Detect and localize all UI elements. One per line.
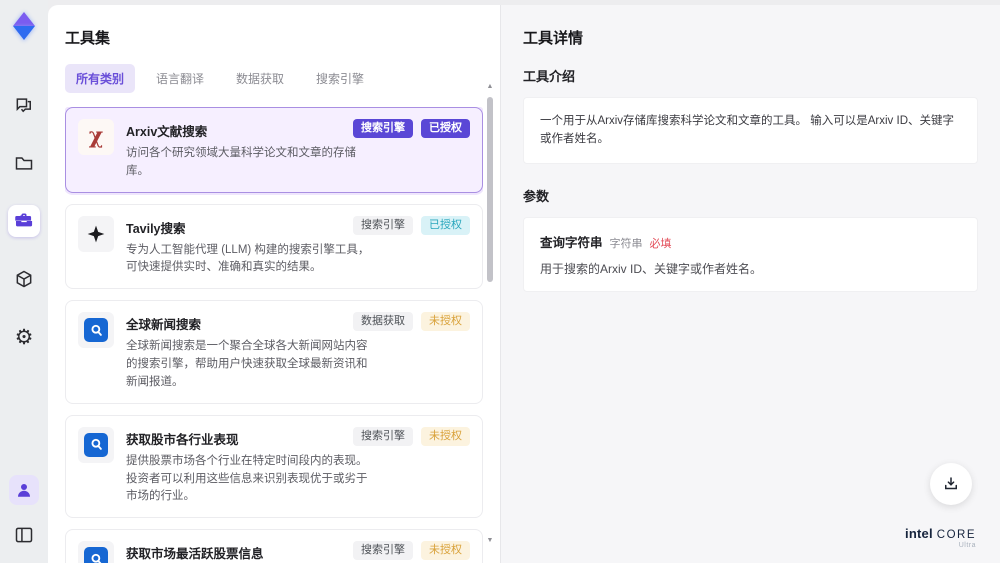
tool-title: 获取市场最活跃股票信息 [126, 547, 264, 562]
chat-icon[interactable] [8, 89, 40, 121]
tool-card-tavily[interactable]: Tavily搜索 搜索引擎 已授权 专为人工智能代理 (LLM) 构建的搜索引擎… [65, 203, 483, 290]
param-required-flag: 必填 [649, 237, 672, 250]
tab-all-categories[interactable]: 所有类别 [65, 64, 136, 93]
intro-text: 一个用于从Arxiv存储库搜索科学论文和文章的工具。 输入可以是Arxiv ID… [540, 115, 954, 146]
param-box: 查询字符串 字符串 必填 用于搜索的Arxiv ID、关键字或作者姓名。 [523, 216, 978, 292]
app-logo-icon [9, 10, 39, 44]
tool-card-global-news[interactable]: 全球新闻搜索 数据获取 未授权 全球新闻搜索是一个聚合全球各大新闻网站内容的搜索… [65, 300, 483, 404]
app-window: ⚙ 工具集 所有类别 语言翻译 数据获取 搜索引擎 χ Arxiv文献搜索 搜索… [0, 0, 1000, 563]
tool-card-sector-performance[interactable]: 获取股市各行业表现 搜索引擎 未授权 提供股票市场各个行业在特定时间段内的表现。… [65, 414, 483, 519]
intel-core-logo: intel CORE Ultra [905, 526, 976, 549]
tool-card-most-active-stocks[interactable]: 获取市场最活跃股票信息 搜索引擎 未授权 提供当天交易量最高的股票列表，投资者可… [65, 529, 483, 563]
tool-card-arxiv[interactable]: χ Arxiv文献搜索 搜索引擎 已授权 访问各个研究领域大量科学论文和文章的存… [65, 107, 483, 193]
sidebar-rail: ⚙ [0, 0, 48, 563]
tool-title: Tavily搜索 [126, 221, 186, 236]
intel-wordmark: intel [905, 526, 933, 541]
tab-data-acquisition[interactable]: 数据获取 [225, 64, 295, 93]
download-button[interactable] [930, 463, 972, 505]
param-description: 用于搜索的Arxiv ID、关键字或作者姓名。 [540, 261, 763, 276]
tab-language-translation[interactable]: 语言翻译 [145, 64, 215, 93]
arxiv-logo-icon: χ [78, 119, 114, 155]
cube-icon[interactable] [8, 263, 40, 295]
tool-list-panel: 工具集 所有类别 语言翻译 数据获取 搜索引擎 χ Arxiv文献搜索 搜索引擎… [48, 5, 500, 563]
user-avatar-icon[interactable] [9, 475, 39, 505]
blue-search-icon [78, 541, 114, 563]
param-name: 查询字符串 [540, 235, 603, 250]
tool-list: χ Arxiv文献搜索 搜索引擎 已授权 访问各个研究领域大量科学论文和文章的存… [65, 107, 483, 563]
core-wordmark: CORE [936, 529, 976, 541]
tool-title: Arxiv文献搜索 [126, 125, 208, 139]
toolbox-icon-active[interactable] [8, 205, 40, 237]
blue-search-icon [78, 312, 114, 349]
tool-title: 获取股市各行业表现 [126, 432, 239, 447]
category-badge: 搜索引擎 [353, 426, 413, 446]
page-title: 工具集 [65, 30, 111, 47]
tool-description: 全球新闻搜索是一个聚合全球各大新闻网站内容的搜索引擎，帮助用户快速获取全球最新资… [126, 340, 368, 388]
auth-status-badge: 已授权 [421, 119, 470, 138]
category-badge: 搜索引擎 [353, 215, 413, 235]
category-badge: 数据获取 [353, 312, 413, 332]
tool-description: 专为人工智能代理 (LLM) 构建的搜索引擎工具，可快速提供实时、准确和真实的结… [126, 243, 370, 274]
list-scrollbar: ▲ ▼ [486, 83, 494, 553]
tool-detail-panel: 工具详情 工具介绍 一个用于从Arxiv存储库搜索科学论文和文章的工具。 输入可… [500, 5, 1000, 563]
scrollbar-thumb[interactable] [487, 97, 493, 282]
category-badge: 搜索引擎 [353, 119, 413, 138]
category-badge: 搜索引擎 [353, 541, 413, 561]
detail-title: 工具详情 [523, 30, 584, 47]
category-tabs: 所有类别 语言翻译 数据获取 搜索引擎 [65, 64, 500, 93]
tavily-star-icon [78, 215, 114, 252]
tool-description: 提供股票市场各个行业在特定时间段内的表现。投资者可以利用这些信息来识别表现优于或… [126, 454, 368, 503]
scroll-up-arrow[interactable]: ▲ [486, 83, 494, 91]
tool-title: 全球新闻搜索 [126, 318, 202, 333]
blue-search-icon [78, 426, 114, 463]
intel-core-sub-label: Ultra [958, 542, 976, 549]
tab-search-engine[interactable]: 搜索引擎 [305, 64, 375, 93]
auth-status-badge: 未授权 [421, 426, 470, 446]
intro-heading: 工具介绍 [523, 69, 576, 84]
tool-description: 访问各个研究领域大量科学论文和文章的存储库。 [126, 147, 356, 177]
collapse-panel-icon[interactable] [8, 519, 40, 551]
folder-icon[interactable] [8, 147, 40, 179]
params-heading: 参数 [523, 188, 550, 204]
intro-box: 一个用于从Arxiv存储库搜索科学论文和文章的工具。 输入可以是Arxiv ID… [523, 97, 978, 164]
auth-status-badge: 未授权 [421, 541, 470, 561]
auth-status-badge: 未授权 [421, 312, 470, 332]
scroll-down-arrow[interactable]: ▼ [486, 537, 494, 545]
auth-status-badge: 已授权 [421, 215, 470, 235]
param-type: 字符串 [609, 237, 643, 250]
settings-gear-icon[interactable]: ⚙ [8, 321, 40, 353]
